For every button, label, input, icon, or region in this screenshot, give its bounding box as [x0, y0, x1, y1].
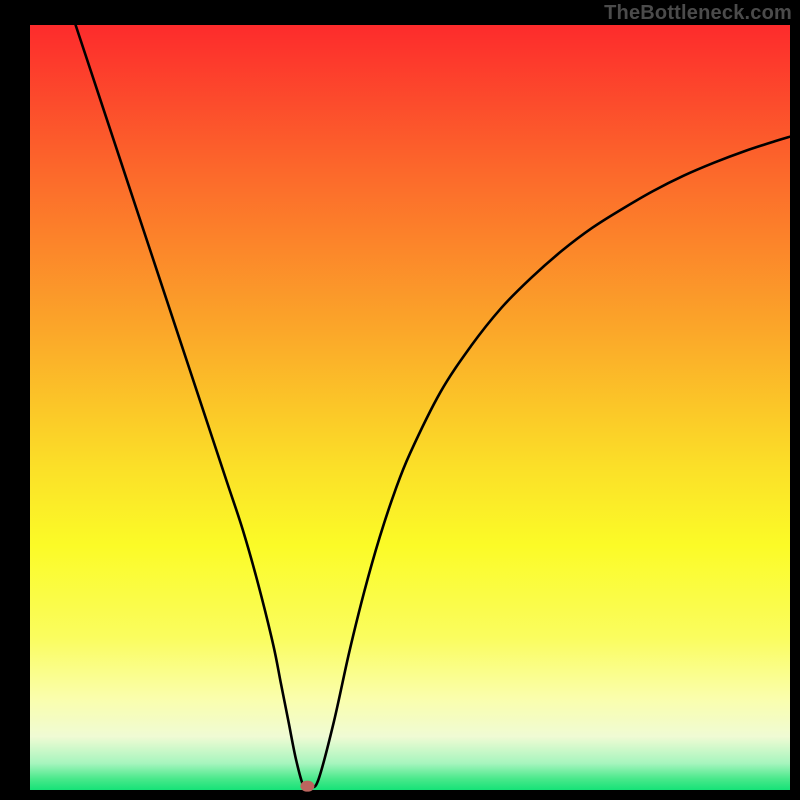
watermark-text: TheBottleneck.com	[604, 2, 792, 25]
chart-frame: TheBottleneck.com	[0, 0, 800, 800]
bottleneck-chart	[0, 0, 800, 800]
optimal-point-marker	[300, 781, 314, 792]
plot-background	[30, 25, 790, 790]
